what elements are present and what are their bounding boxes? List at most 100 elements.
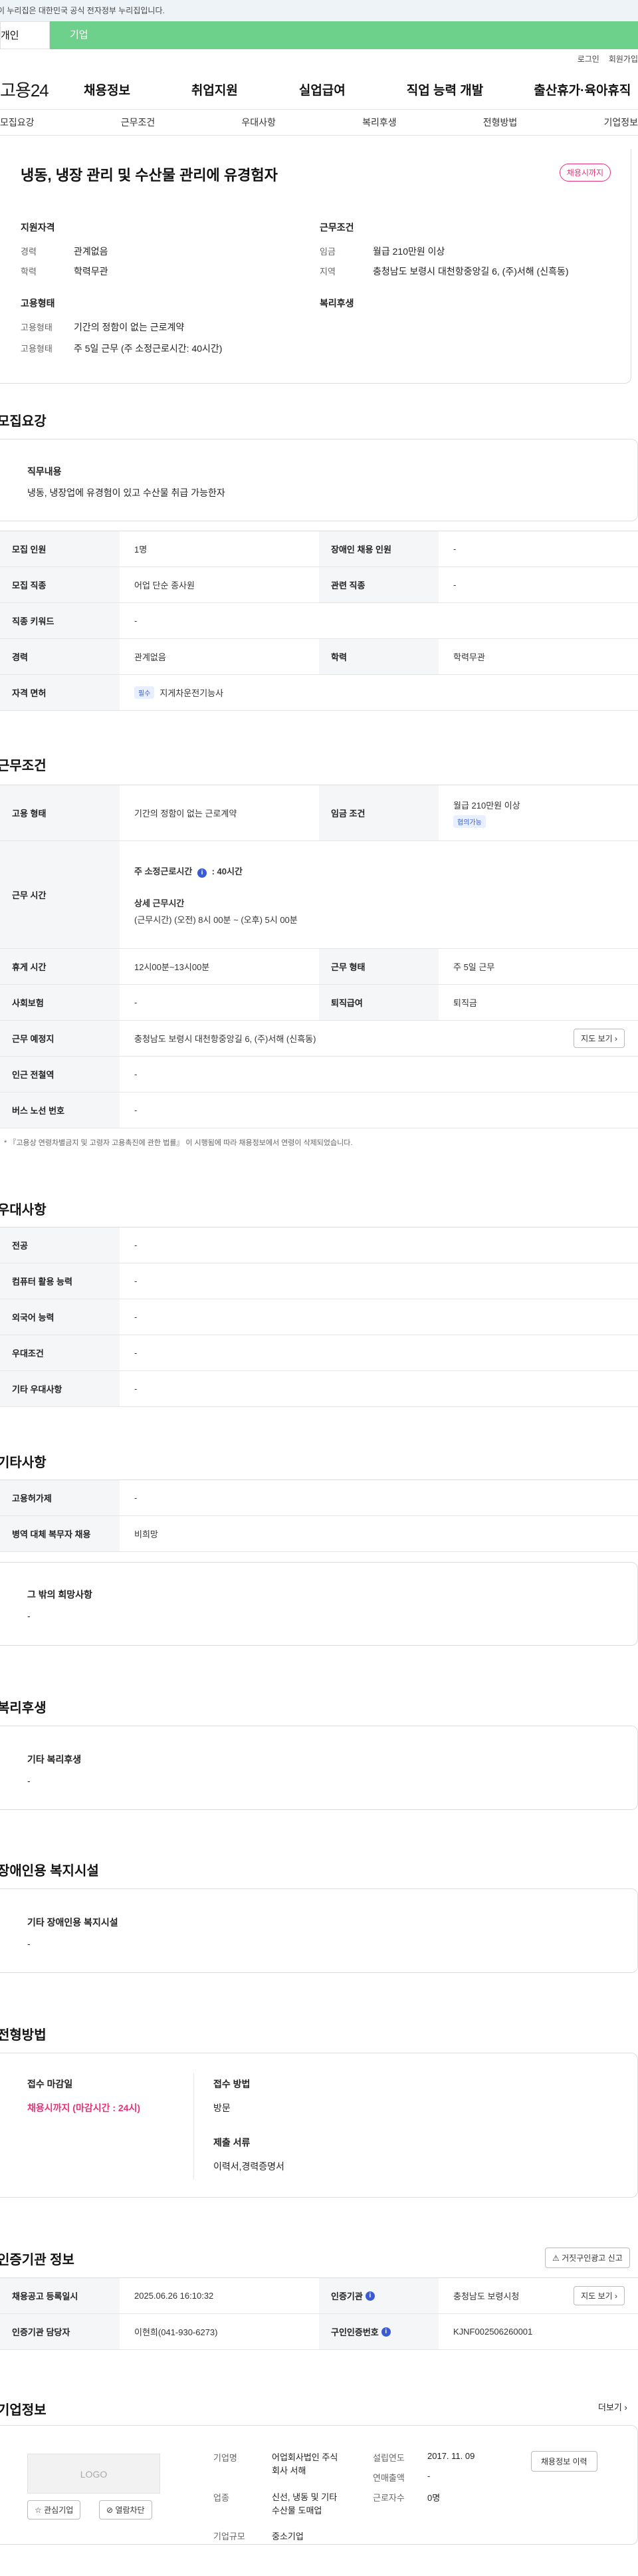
edu-row-label: 학력 [319,639,439,674]
hours-label: 근무 시간 [0,841,120,948]
disability-box-title: 기타 장애인용 복지시설 [27,1917,118,1928]
table-row: 모집 직종 어업 단순 종사원 관련 직종 - [0,567,638,603]
conditions-table: 고용 형태 기간의 정함이 없는 근로계약 임금 조건 월급 210만원 이상 … [0,785,638,1128]
work-permit-value: - [134,1493,138,1503]
fav-company-label: 관심기업 [44,2506,74,2515]
docs-label: 제출 서류 [213,2137,251,2148]
company-name-value: 어업회사법인 주식회사 서해 [272,2452,338,2476]
related-job-value: - [453,580,457,590]
company-logo-text: LOGO [80,2469,108,2480]
company-size-value: 중소기업 [272,2531,304,2541]
agency-map-button-label: 지도 보기 [581,2291,613,2301]
disability-card: 기타 장애인용 복지시설 - [0,1888,638,1973]
info-icon[interactable]: i [197,868,207,878]
disabled-count-value: - [453,544,457,554]
area-value: 충청남도 보령시 대천항중앙길 6, (주)서해 (신흑동) [373,266,569,277]
other-pref-value: - [134,1384,138,1394]
report-button[interactable]: ⚠ 거짓구인광고 신고 [545,2248,630,2268]
employees-value: 0명 [427,2493,441,2503]
founded-value: 2017. 11. 09 [427,2451,475,2461]
agency-map-button[interactable]: 지도 보기 › [574,2286,625,2305]
military-value: 비희망 [134,1529,158,1539]
other-table: 고용허가제 - 병역 대체 복무자 채용 비희망 [0,1480,638,1552]
company-more-link[interactable]: 더보기 › [598,2400,627,2413]
welfare-card: 기타 복리후생 - [0,1726,638,1810]
star-icon: ☆ [35,2506,42,2515]
site-logo[interactable]: 고용24 [0,77,73,102]
wish-title: 그 밖의 희망사항 [27,1589,92,1600]
wage-cond-label: 임금 조건 [319,785,439,840]
table-row: 사회보험 - 퇴직급여 퇴직금 [0,985,638,1021]
industry-label: 업종 [213,2493,229,2503]
table-row: 기타 우대사항 - [0,1371,638,1407]
career-row-value: 관계없음 [134,652,166,662]
tab-company-label: 기업 [70,29,88,41]
agency-value-cell: 충청남도 보령시청 지도 보기 › [439,2278,638,2313]
gnb-employment-support[interactable]: 취업지원 [191,80,238,98]
map-button-label: 지도 보기 [581,1034,613,1043]
section-tab-welfare[interactable]: 복리후생 [362,116,397,129]
method-label: 접수 방법 [213,2079,251,2089]
duty-value: 냉동, 냉장업에 유경험이 있고 수산물 취급 가능한자 [27,487,225,498]
duty-card: 직무내용 냉동, 냉장업에 유경험이 있고 수산물 취급 가능한자 [0,439,638,521]
company-size-label: 기업규모 [213,2531,245,2541]
break-value: 12시00분~13시00분 [134,962,210,972]
agency-label-cell: 인증기관 i [319,2278,439,2313]
military-label: 병역 대체 복무자 채용 [0,1516,120,1551]
work-permit-label: 고용허가제 [0,1480,120,1515]
info-icon[interactable]: i [365,2291,375,2301]
gnb-maternity-leave[interactable]: 출산휴가·육아휴직 [534,80,631,98]
signup-link[interactable]: 회원가입 [609,53,638,69]
tab-personal-label: 개인 [1,30,19,41]
block-icon: ⊘ [106,2506,114,2515]
conditions-heading: 근무조건 [0,759,47,773]
gnb-job-training[interactable]: 직업 능력 개발 [407,80,483,98]
section-tab-conditions[interactable]: 근무조건 [121,116,156,129]
emp-heading: 고용형태 [21,298,55,309]
disabled-count-label: 장애인 채용 인원 [319,531,439,567]
insurance-label: 사회보험 [0,985,120,1020]
table-row: 전공 - [0,1227,638,1263]
status-badge: 채용시까지 [559,164,611,182]
table-row: 근무 예정지 충청남도 보령시 대천항중앙길 6, (주)서해 (신흑동) 지도… [0,1021,638,1057]
section-tab-selection[interactable]: 전형방법 [483,116,518,129]
revenue-label: 연매출액 [373,2473,405,2483]
history-button[interactable]: 채용정보 이력 [531,2451,597,2472]
section-tab-preference[interactable]: 우대사항 [241,116,276,129]
place-label: 근무 예정지 [0,1021,120,1056]
job-title: 냉동, 냉장 관리 및 수산물 관리에 유경험자 [21,167,278,184]
info-icon[interactable]: i [381,2327,391,2337]
tab-company[interactable]: 기업 [50,21,638,49]
emp-form-label: 고용 형태 [0,785,120,840]
wage-cond-value: 월급 210만원 이상 [453,800,520,811]
gnb-unemployment-benefit[interactable]: 실업급여 [299,80,346,98]
agency-heading: 인증기관 정보 [0,2253,74,2267]
table-row: 모집 인원 1명 장애인 채용 인원 - [0,531,638,567]
job-type-label: 모집 직종 [0,567,120,602]
subway-label: 인근 전철역 [0,1057,120,1092]
recruit-count-value: 1명 [134,545,148,555]
login-link[interactable]: 로그인 [578,53,599,69]
license-cell: 필수 지게차운전기능사 [120,675,638,710]
block-view-button[interactable]: ⊘ 열람차단 [99,2500,152,2519]
welfare-box-value: - [27,1775,31,1786]
map-button[interactable]: 지도 보기 › [574,1029,625,1048]
manager-value: 이현희(041-930-6273) [134,2327,218,2337]
manager-label: 인증기관 담당자 [0,2314,120,2349]
table-row: 고용 형태 기간의 정함이 없는 근로계약 임금 조건 월급 210만원 이상 … [0,785,638,841]
gnb-jobs[interactable]: 채용정보 [84,80,130,98]
job-keyword-label: 직종 키워드 [0,603,120,638]
tab-personal[interactable]: 개인 [0,21,50,49]
job-keyword-value: - [134,616,138,626]
cert-no-value: KJNF002506260001 [453,2327,533,2337]
table-row: 휴게 시간 12시00분~13시00분 근무 형태 주 5일 근무 [0,949,638,985]
fav-company-button[interactable]: ☆ 관심기업 [27,2500,81,2519]
section-tab-company[interactable]: 기업정보 [603,116,638,129]
work-form-value: 주 5일 근무 [453,962,495,972]
global-nav: 고용24 채용정보 취업지원 실업급여 직업 능력 개발 출산휴가·육아휴직 [0,69,638,109]
license-value: 지게차운전기능사 [160,688,224,698]
disability-heading: 장애인용 복지시설 [0,1864,99,1878]
wage-negotiable-tag: 협의가능 [453,815,486,828]
founded-label: 설립연도 [373,2453,405,2463]
section-tab-recruit[interactable]: 모집요강 [0,116,35,129]
